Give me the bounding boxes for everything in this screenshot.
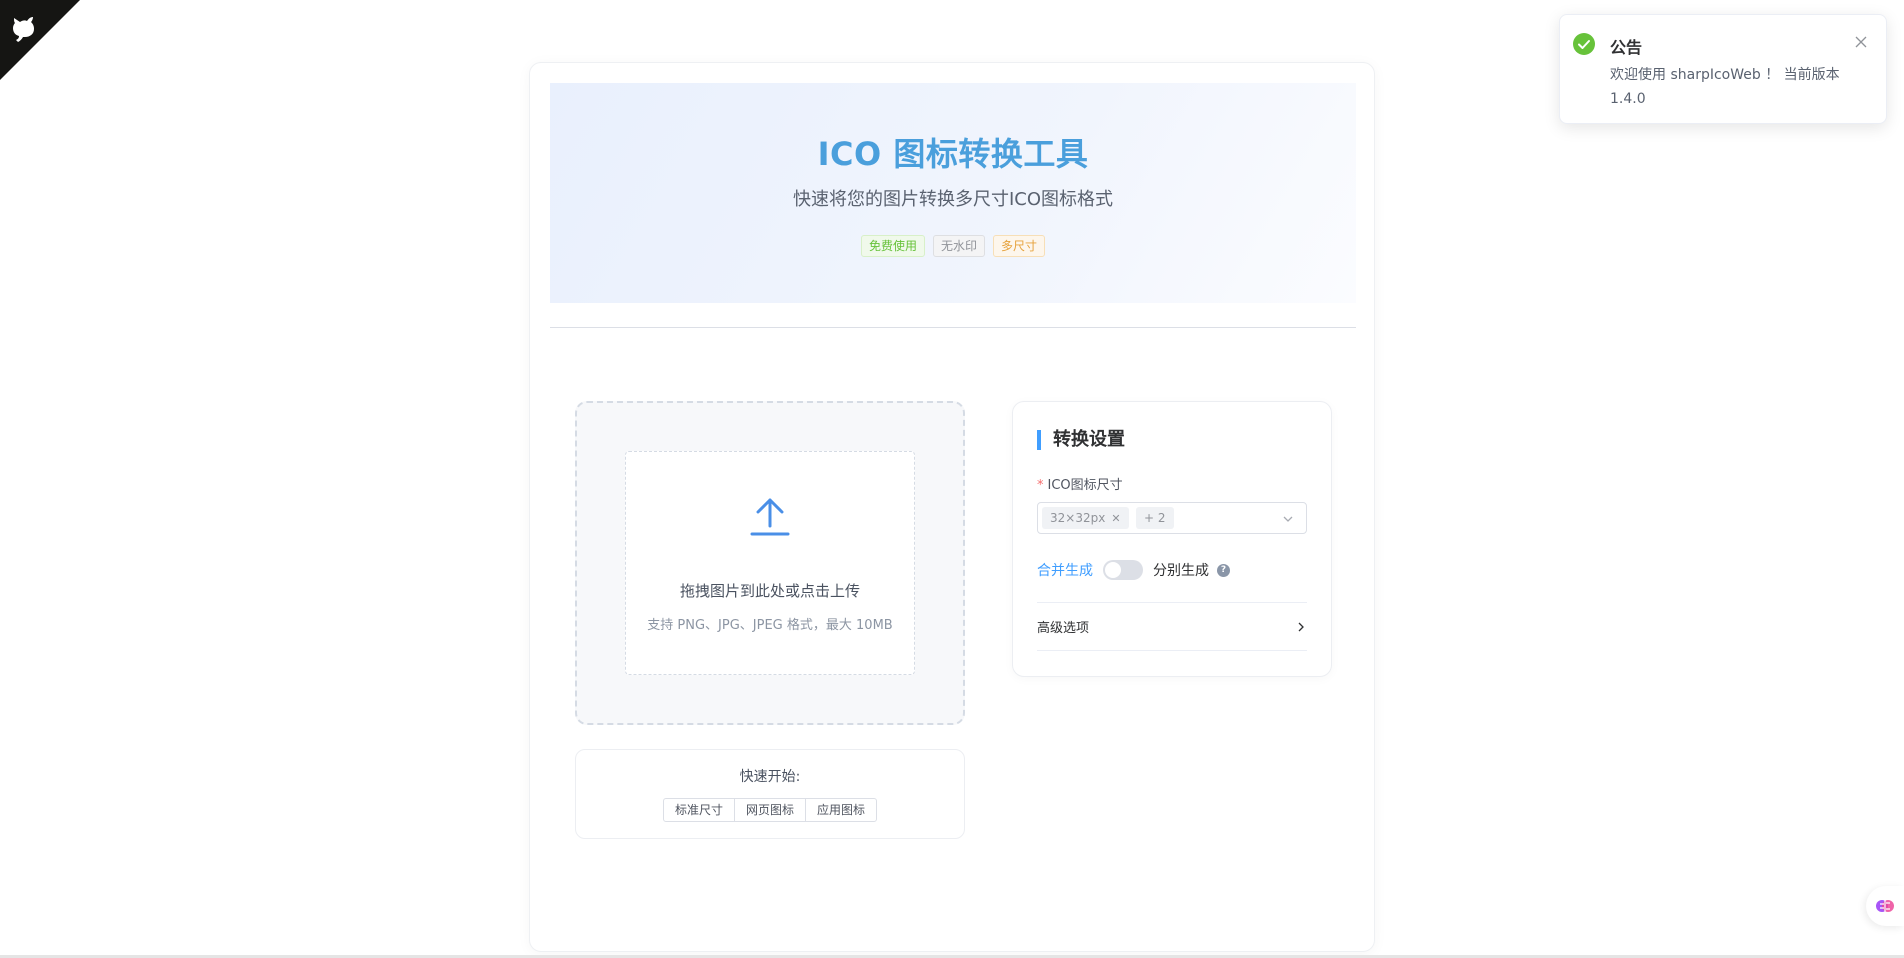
chevron-down-icon xyxy=(1283,516,1293,522)
mode-merge-label[interactable]: 合并生成 xyxy=(1037,560,1093,580)
mode-separate-label[interactable]: 分别生成 xyxy=(1153,560,1209,580)
chevron-right-icon xyxy=(1298,622,1304,631)
mode-toggle[interactable] xyxy=(1103,560,1143,580)
upload-icon xyxy=(750,498,790,536)
announcement-notification: 公告 欢迎使用 sharpIcoWeb ！ 当前版本 1.4.0 xyxy=(1559,14,1887,124)
chip-close-icon[interactable]: ✕ xyxy=(1111,512,1120,525)
preset-standard-button[interactable]: 标准尺寸 xyxy=(662,798,735,822)
github-corner-icon[interactable] xyxy=(0,0,80,80)
advanced-options-label: 高级选项 xyxy=(1037,621,1090,636)
feature-tags: 免费使用 无水印 多尺寸 xyxy=(550,235,1356,257)
notification-title: 公告 xyxy=(1610,38,1643,57)
preset-web-button[interactable]: 网页图标 xyxy=(733,798,806,822)
upload-text: 拖拽图片到此处或点击上传 xyxy=(679,582,860,600)
tag-multi-size: 多尺寸 xyxy=(993,235,1046,257)
settings-title: 转换设置 xyxy=(1037,430,1125,450)
size-chip-label: 32×32px xyxy=(1050,511,1106,525)
help-icon[interactable]: ? xyxy=(1217,563,1230,577)
upload-area[interactable]: 拖拽图片到此处或点击上传 支持 PNG、JPG、JPEG 格式，最大 10MB xyxy=(625,451,915,675)
page-title: ICO 图标转换工具 xyxy=(817,135,1089,173)
quick-start-panel: 快速开始: 标准尺寸 网页图标 应用图标 xyxy=(575,749,965,839)
notification-body: 欢迎使用 sharpIcoWeb ！ 当前版本 1.4.0 xyxy=(1610,67,1840,107)
quick-start-buttons: 标准尺寸 网页图标 应用图标 xyxy=(576,798,964,822)
size-field-label: * ICO图标尺寸 xyxy=(1037,474,1123,493)
success-check-icon xyxy=(1573,33,1595,55)
page-subtitle: 快速将您的图片转换多尺寸ICO图标格式 xyxy=(792,189,1114,210)
tag-free: 免费使用 xyxy=(860,235,925,257)
size-chip-more: + 2 xyxy=(1136,507,1174,529)
divider xyxy=(550,327,1356,328)
ai-assistant-button[interactable] xyxy=(1866,886,1904,926)
required-mark: * xyxy=(1037,478,1044,493)
toggle-knob xyxy=(1105,562,1121,578)
hero-banner: ICO 图标转换工具 快速将您的图片转换多尺寸ICO图标格式 免费使用 无水印 … xyxy=(550,83,1356,303)
preset-app-button[interactable]: 应用图标 xyxy=(805,798,878,822)
quick-start-title: 快速开始: xyxy=(739,769,801,785)
size-label-text: ICO图标尺寸 xyxy=(1047,478,1123,493)
converter-card: ICO 图标转换工具 快速将您的图片转换多尺寸ICO图标格式 免费使用 无水印 … xyxy=(529,62,1375,952)
upload-hint: 支持 PNG、JPG、JPEG 格式，最大 10MB xyxy=(647,618,893,633)
generate-mode-row: 合并生成 分别生成 ? xyxy=(1037,560,1230,580)
advanced-options-toggle[interactable]: 高级选项 xyxy=(1037,603,1307,651)
settings-panel: 转换设置 * ICO图标尺寸 32×32px ✕ + 2 合并生成 分别生成 ? 高… xyxy=(1012,401,1332,677)
brain-icon xyxy=(1876,900,1894,912)
upload-dropzone[interactable]: 拖拽图片到此处或点击上传 支持 PNG、JPG、JPEG 格式，最大 10MB xyxy=(575,401,965,725)
size-chip: 32×32px ✕ xyxy=(1042,507,1129,529)
tag-no-watermark: 无水印 xyxy=(932,235,985,257)
size-select[interactable]: 32×32px ✕ + 2 xyxy=(1037,502,1307,534)
close-icon[interactable] xyxy=(1854,35,1868,49)
